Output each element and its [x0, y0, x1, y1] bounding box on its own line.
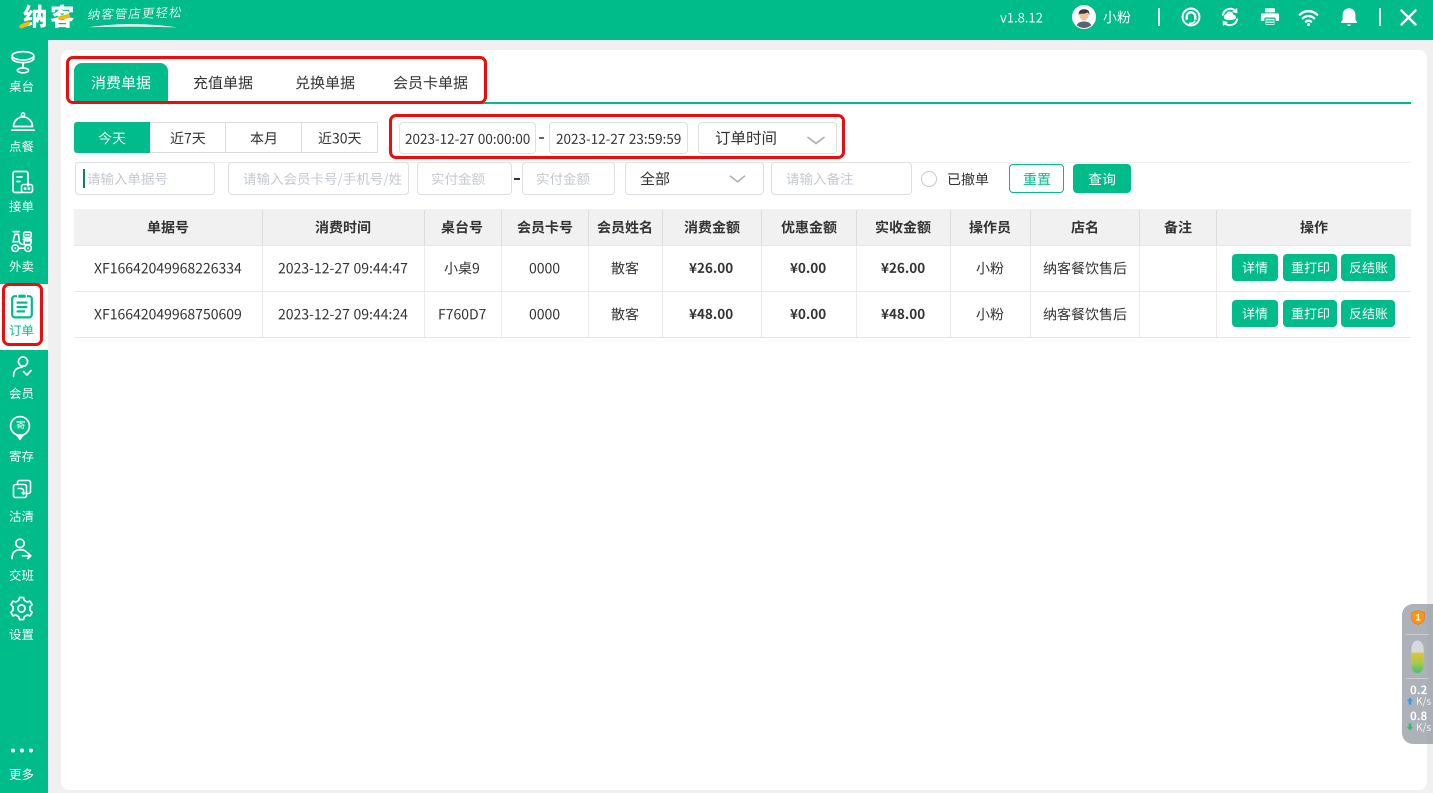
svg-text:1: 1	[1415, 613, 1420, 623]
